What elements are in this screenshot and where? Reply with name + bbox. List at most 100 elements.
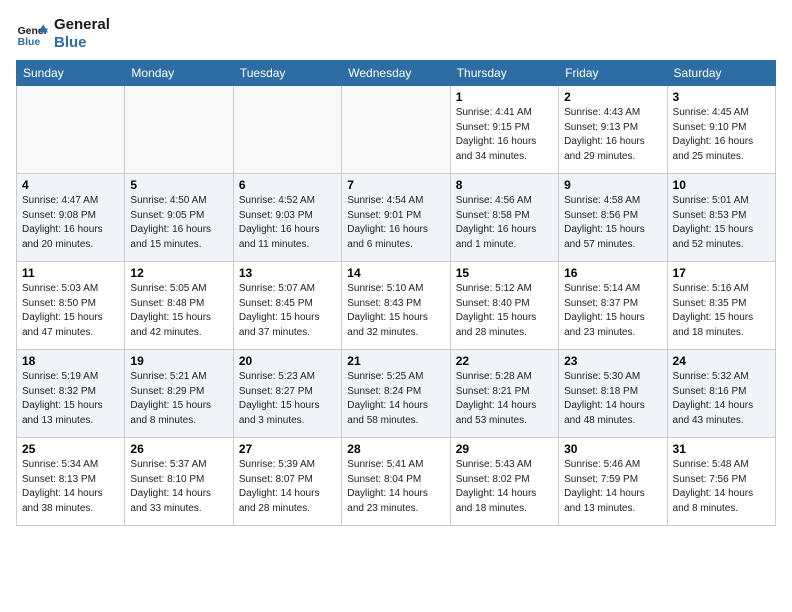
day-number: 7 (347, 178, 444, 192)
day-number: 23 (564, 354, 661, 368)
day-number: 11 (22, 266, 119, 280)
day-cell (125, 86, 233, 174)
day-number: 12 (130, 266, 227, 280)
day-number: 17 (673, 266, 770, 280)
day-number: 1 (456, 90, 553, 104)
day-info: Sunrise: 5:34 AMSunset: 8:13 PMDaylight:… (22, 458, 119, 516)
day-info: Sunrise: 5:07 AMSunset: 8:45 PMDaylight:… (239, 282, 336, 340)
day-number: 25 (22, 442, 119, 456)
day-info: Sunrise: 5:46 AMSunset: 7:59 PMDaylight:… (564, 458, 661, 516)
day-cell: 25 Sunrise: 5:34 AMSunset: 8:13 PMDayligh… (17, 438, 125, 526)
day-info: Sunrise: 5:23 AMSunset: 8:27 PMDaylight:… (239, 370, 336, 428)
day-cell: 9 Sunrise: 4:58 AMSunset: 8:56 PMDaylight… (559, 174, 667, 262)
day-info: Sunrise: 5:10 AMSunset: 8:43 PMDaylight:… (347, 282, 444, 340)
day-cell: 1 Sunrise: 4:41 AMSunset: 9:15 PMDaylight… (450, 86, 558, 174)
day-cell: 16 Sunrise: 5:14 AMSunset: 8:37 PMDayligh… (559, 262, 667, 350)
page-header: General Blue General Blue (16, 16, 776, 52)
day-cell: 14 Sunrise: 5:10 AMSunset: 8:43 PMDayligh… (342, 262, 450, 350)
day-number: 8 (456, 178, 553, 192)
day-info: Sunrise: 5:25 AMSunset: 8:24 PMDaylight:… (347, 370, 444, 428)
day-number: 26 (130, 442, 227, 456)
day-cell: 29 Sunrise: 5:43 AMSunset: 8:02 PMDayligh… (450, 438, 558, 526)
day-cell: 2Sunrise: 4:43 AMSunset: 9:13 PMDaylight… (559, 86, 667, 174)
day-cell: 7 Sunrise: 4:54 AMSunset: 9:01 PMDaylight… (342, 174, 450, 262)
svg-text:Blue: Blue (18, 37, 41, 48)
weekday-sunday: Sunday (17, 61, 125, 86)
day-number: 10 (673, 178, 770, 192)
day-info: Sunrise: 5:01 AMSunset: 8:53 PMDaylight:… (673, 194, 770, 252)
day-cell: 13 Sunrise: 5:07 AMSunset: 8:45 PMDayligh… (233, 262, 341, 350)
weekday-tuesday: Tuesday (233, 61, 341, 86)
day-info: Sunrise: 5:37 AMSunset: 8:10 PMDaylight:… (130, 458, 227, 516)
week-row-2: 4 Sunrise: 4:47 AMSunset: 9:08 PMDaylight… (17, 174, 776, 262)
day-info: Sunrise: 4:54 AMSunset: 9:01 PMDaylight:… (347, 194, 444, 252)
day-cell: 23Sunrise: 5:30 AMSunset: 8:18 PMDayligh… (559, 350, 667, 438)
day-number: 22 (456, 354, 553, 368)
day-info: Sunrise: 5:21 AMSunset: 8:29 PMDaylight:… (130, 370, 227, 428)
day-cell: 6 Sunrise: 4:52 AMSunset: 9:03 PMDaylight… (233, 174, 341, 262)
day-number: 4 (22, 178, 119, 192)
day-info: Sunrise: 5:39 AMSunset: 8:07 PMDaylight:… (239, 458, 336, 516)
day-info: Sunrise: 5:16 AMSunset: 8:35 PMDaylight:… (673, 282, 770, 340)
day-cell: 31Sunrise: 5:48 AMSunset: 7:56 PMDayligh… (667, 438, 775, 526)
day-cell: 21 Sunrise: 5:25 AMSunset: 8:24 PMDayligh… (342, 350, 450, 438)
day-number: 21 (347, 354, 444, 368)
day-number: 28 (347, 442, 444, 456)
day-info: Sunrise: 4:58 AMSunset: 8:56 PMDaylight:… (564, 194, 661, 252)
day-info: Sunrise: 5:19 AMSunset: 8:32 PMDaylight:… (22, 370, 119, 428)
day-number: 14 (347, 266, 444, 280)
day-cell: 22 Sunrise: 5:28 AMSunset: 8:21 PMDayligh… (450, 350, 558, 438)
day-info: Sunrise: 4:52 AMSunset: 9:03 PMDaylight:… (239, 194, 336, 252)
day-info: Sunrise: 5:03 AMSunset: 8:50 PMDaylight:… (22, 282, 119, 340)
week-row-1: 1 Sunrise: 4:41 AMSunset: 9:15 PMDaylight… (17, 86, 776, 174)
day-number: 16 (564, 266, 661, 280)
weekday-wednesday: Wednesday (342, 61, 450, 86)
logo-icon: General Blue (16, 18, 48, 50)
week-row-3: 11 Sunrise: 5:03 AMSunset: 8:50 PMDayligh… (17, 262, 776, 350)
day-cell (17, 86, 125, 174)
day-info: Sunrise: 5:32 AMSunset: 8:16 PMDaylight:… (673, 370, 770, 428)
day-info: Sunrise: 5:43 AMSunset: 8:02 PMDaylight:… (456, 458, 553, 516)
day-cell: 10 Sunrise: 5:01 AMSunset: 8:53 PMDayligh… (667, 174, 775, 262)
weekday-header-row: SundayMondayTuesdayWednesdayThursdayFrid… (17, 61, 776, 86)
day-number: 31 (673, 442, 770, 456)
day-info: Sunrise: 5:41 AMSunset: 8:04 PMDaylight:… (347, 458, 444, 516)
day-number: 13 (239, 266, 336, 280)
day-cell: 26 Sunrise: 5:37 AMSunset: 8:10 PMDayligh… (125, 438, 233, 526)
day-cell: 11 Sunrise: 5:03 AMSunset: 8:50 PMDayligh… (17, 262, 125, 350)
day-number: 29 (456, 442, 553, 456)
day-number: 9 (564, 178, 661, 192)
day-info: Sunrise: 4:45 AMSunset: 9:10 PMDaylight:… (673, 106, 770, 164)
day-cell: 18 Sunrise: 5:19 AMSunset: 8:32 PMDayligh… (17, 350, 125, 438)
day-number: 3 (673, 90, 770, 104)
weekday-thursday: Thursday (450, 61, 558, 86)
day-info: Sunrise: 4:41 AMSunset: 9:15 PMDaylight:… (456, 106, 553, 164)
weekday-friday: Friday (559, 61, 667, 86)
week-row-5: 25 Sunrise: 5:34 AMSunset: 8:13 PMDayligh… (17, 438, 776, 526)
day-number: 19 (130, 354, 227, 368)
day-number: 6 (239, 178, 336, 192)
day-info: Sunrise: 4:50 AMSunset: 9:05 PMDaylight:… (130, 194, 227, 252)
day-number: 5 (130, 178, 227, 192)
day-info: Sunrise: 5:14 AMSunset: 8:37 PMDaylight:… (564, 282, 661, 340)
day-cell: 3 Sunrise: 4:45 AMSunset: 9:10 PMDaylight… (667, 86, 775, 174)
day-cell: 30Sunrise: 5:46 AMSunset: 7:59 PMDayligh… (559, 438, 667, 526)
day-info: Sunrise: 5:05 AMSunset: 8:48 PMDaylight:… (130, 282, 227, 340)
day-cell: 8 Sunrise: 4:56 AMSunset: 8:58 PMDaylight… (450, 174, 558, 262)
day-number: 18 (22, 354, 119, 368)
weekday-monday: Monday (125, 61, 233, 86)
day-cell (342, 86, 450, 174)
day-number: 15 (456, 266, 553, 280)
day-cell: 20Sunrise: 5:23 AMSunset: 8:27 PMDayligh… (233, 350, 341, 438)
logo-blue: Blue (54, 34, 110, 52)
day-cell: 17 Sunrise: 5:16 AMSunset: 8:35 PMDayligh… (667, 262, 775, 350)
calendar-table: SundayMondayTuesdayWednesdayThursdayFrid… (16, 60, 776, 526)
day-info: Sunrise: 4:56 AMSunset: 8:58 PMDaylight:… (456, 194, 553, 252)
day-cell: 27 Sunrise: 5:39 AMSunset: 8:07 PMDayligh… (233, 438, 341, 526)
logo-general: General (54, 16, 110, 34)
day-number: 27 (239, 442, 336, 456)
day-number: 2 (564, 90, 661, 104)
day-info: Sunrise: 5:28 AMSunset: 8:21 PMDaylight:… (456, 370, 553, 428)
day-info: Sunrise: 4:47 AMSunset: 9:08 PMDaylight:… (22, 194, 119, 252)
day-cell: 12 Sunrise: 5:05 AMSunset: 8:48 PMDayligh… (125, 262, 233, 350)
